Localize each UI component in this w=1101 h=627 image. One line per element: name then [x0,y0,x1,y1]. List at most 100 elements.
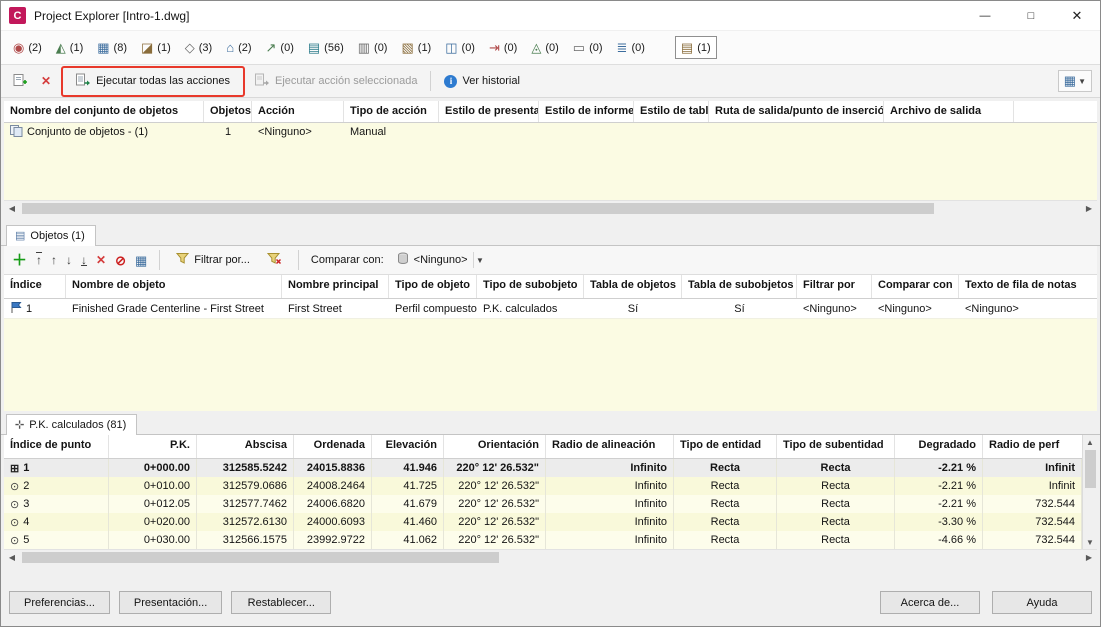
category-tab-intersections[interactable]: ⇥ (0) [483,36,523,59]
circle-point-icon: ⊙ [10,480,20,493]
move-bottom-button[interactable]: ↓ [81,253,87,267]
column-header[interactable]: Radio de alineación [546,435,674,458]
actions-horizontal-scrollbar[interactable]: ◀ ▶ [4,200,1097,215]
scroll-down-icon[interactable]: ▼ [1086,535,1094,549]
column-header[interactable]: Nombre del conjunto de objetos [4,101,204,122]
category-tab-point-groups[interactable]: ▦ (8) [91,36,133,59]
minimize-button[interactable]: — [962,1,1008,31]
scroll-thumb[interactable] [22,202,935,214]
layout-options-button[interactable]: ▦ ▼ [1057,70,1092,92]
category-tab-points[interactable]: ◉ (2) [7,36,48,59]
stations-horizontal-scrollbar[interactable]: ◀ ▶ [4,549,1097,564]
presentation-button[interactable]: Presentación... [118,591,223,614]
column-header[interactable]: Archivo de salida [884,101,1014,122]
column-header[interactable]: Tipo de acción [344,101,439,122]
column-header[interactable]: Radio de perf [983,435,1082,458]
delete-all-objects-button[interactable]: ⊘ [115,254,126,267]
category-tab-tables[interactable]: ≣ (0) [611,36,651,59]
column-header[interactable]: Tabla de subobjetos [682,275,797,298]
column-header[interactable]: P.K. [109,435,197,458]
run-all-actions-button[interactable]: Ejecutar todas las acciones [72,71,234,92]
action-set-row[interactable]: Conjunto de objetos - (1) 1 <Ninguno> Ma… [4,123,1097,141]
column-header[interactable]: Degradado [895,435,983,458]
station-row[interactable]: ⊞ 1 0+000.00 312585.5242 24015.8836 41.94… [4,459,1097,477]
column-header[interactable]: Objetos [204,101,252,122]
column-header[interactable]: Ordenada [294,435,372,458]
delete-object-button[interactable]: ✕ [96,253,106,267]
tab-pk-calculados[interactable]: ⊹ P.K. calculados (81) [6,414,138,435]
tab-objetos[interactable]: ▤ Objetos (1) [6,225,96,246]
column-header[interactable]: Elevación [372,435,444,458]
category-tab-pipe-networks[interactable]: ◬ (0) [525,36,564,59]
column-header[interactable]: Filtrar por [797,275,872,298]
station-row[interactable]: ⊙ 5 0+030.00 312566.1575 23992.9722 41.06… [4,531,1097,549]
scroll-thumb[interactable] [22,551,500,563]
column-header[interactable]: Texto de fila de notas [959,275,1097,298]
station-row[interactable]: ⊙ 2 0+010.00 312579.0686 24008.2464 41.72… [4,477,1097,495]
filter-by-button[interactable]: Filtrar por... [172,250,254,270]
run-all-actions-label: Ejecutar todas las acciones [96,75,230,87]
category-tab-sites[interactable]: ⌂ (2) [220,36,257,59]
scroll-thumb[interactable] [1084,450,1096,488]
column-header[interactable]: Nombre principal [282,275,389,298]
column-header[interactable]: Estilo de tabla [634,101,709,122]
object-row[interactable]: 1 Finished Grade Centerline - First Stre… [4,299,1097,319]
move-top-button[interactable]: ↑ [36,253,42,267]
cell-pk: 0+000.00 [109,459,197,477]
category-tab-drawing-styles[interactable]: ◪ (1) [135,36,177,59]
category-tab-sample-lines[interactable]: ▥ (0) [352,36,394,59]
column-header[interactable]: Índice [4,275,66,298]
pressure-networks-icon: ▭ [572,40,586,55]
scroll-right-icon[interactable]: ▶ [1081,553,1097,562]
column-header[interactable]: Abscisa [197,435,294,458]
help-button[interactable]: Ayuda [992,591,1092,614]
stations-vertical-scrollbar[interactable]: ▲ ▼ [1082,435,1097,549]
maximize-button[interactable]: □ [1008,1,1054,31]
compare-with-value: <Ninguno> [413,254,468,266]
column-header[interactable]: Orientación [444,435,546,458]
surfaces-icon: ◭ [55,40,66,55]
clear-filter-button[interactable] [263,250,286,270]
column-header[interactable]: Índice de punto [4,435,109,458]
station-row[interactable]: ⊙ 4 0+020.00 312572.6130 24000.6093 41.46… [4,513,1097,531]
column-header[interactable]: Tabla de objetos [584,275,682,298]
column-header[interactable]: Estilo de presentación [439,101,539,122]
scroll-right-icon[interactable]: ▶ [1081,204,1097,213]
object-table-button[interactable]: ▦ [135,254,147,267]
category-tab-action-sets[interactable]: ▤ (1) [674,36,717,59]
compare-with-select[interactable]: <Ninguno> ▼ [393,250,491,270]
new-action-set-button[interactable] [9,71,31,92]
category-tab-assemblies[interactable]: ◫ (0) [439,36,481,59]
scroll-left-icon[interactable]: ◀ [4,204,20,213]
category-tab-surfaces[interactable]: ◭ (1) [50,36,89,59]
run-selected-action-button[interactable]: Ejecutar acción seleccionada [251,71,421,92]
move-up-button[interactable]: ↑ [51,253,57,267]
column-header[interactable]: Tipo de entidad [674,435,777,458]
scroll-left-icon[interactable]: ◀ [4,553,20,562]
close-button[interactable]: ✕ [1054,1,1100,31]
category-tab-alignments[interactable]: ▤ (56) [302,36,350,59]
category-tab-parcels[interactable]: ◇ (3) [179,36,218,59]
move-down-button[interactable]: ↓ [66,253,72,267]
column-header[interactable]: Tipo de subobjeto [477,275,584,298]
column-header[interactable]: Tipo de subentidad [777,435,895,458]
view-history-button[interactable]: i Ver historial [440,73,523,90]
column-header[interactable]: Comparar con [872,275,959,298]
preferences-button[interactable]: Preferencias... [9,591,110,614]
column-header[interactable]: Nombre de objeto [66,275,282,298]
category-tab-pressure-networks[interactable]: ▭ (0) [567,36,609,59]
column-header[interactable]: Estilo de informe [539,101,634,122]
delete-action-set-button[interactable]: ✕ [37,72,55,90]
column-header[interactable]: Tipo de objeto [389,275,477,298]
column-header[interactable]: Acción [252,101,344,122]
category-tab-corridors[interactable]: ▧ (1) [395,36,437,59]
station-row[interactable]: ⊙ 3 0+012.05 312577.7462 24006.6820 41.67… [4,495,1097,513]
action-sets-panel: Nombre del conjunto de objetos Objetos A… [4,101,1097,215]
category-tab-feature-lines[interactable]: ↗ (0) [260,36,300,59]
about-button[interactable]: Acerca de... [880,591,980,614]
cell-presentation-style [439,123,539,141]
reset-button[interactable]: Restablecer... [231,591,332,614]
column-header[interactable]: Ruta de salida/punto de inserción [709,101,884,122]
scroll-up-icon[interactable]: ▲ [1086,435,1094,449]
add-object-button[interactable]: ＋ [12,253,27,268]
